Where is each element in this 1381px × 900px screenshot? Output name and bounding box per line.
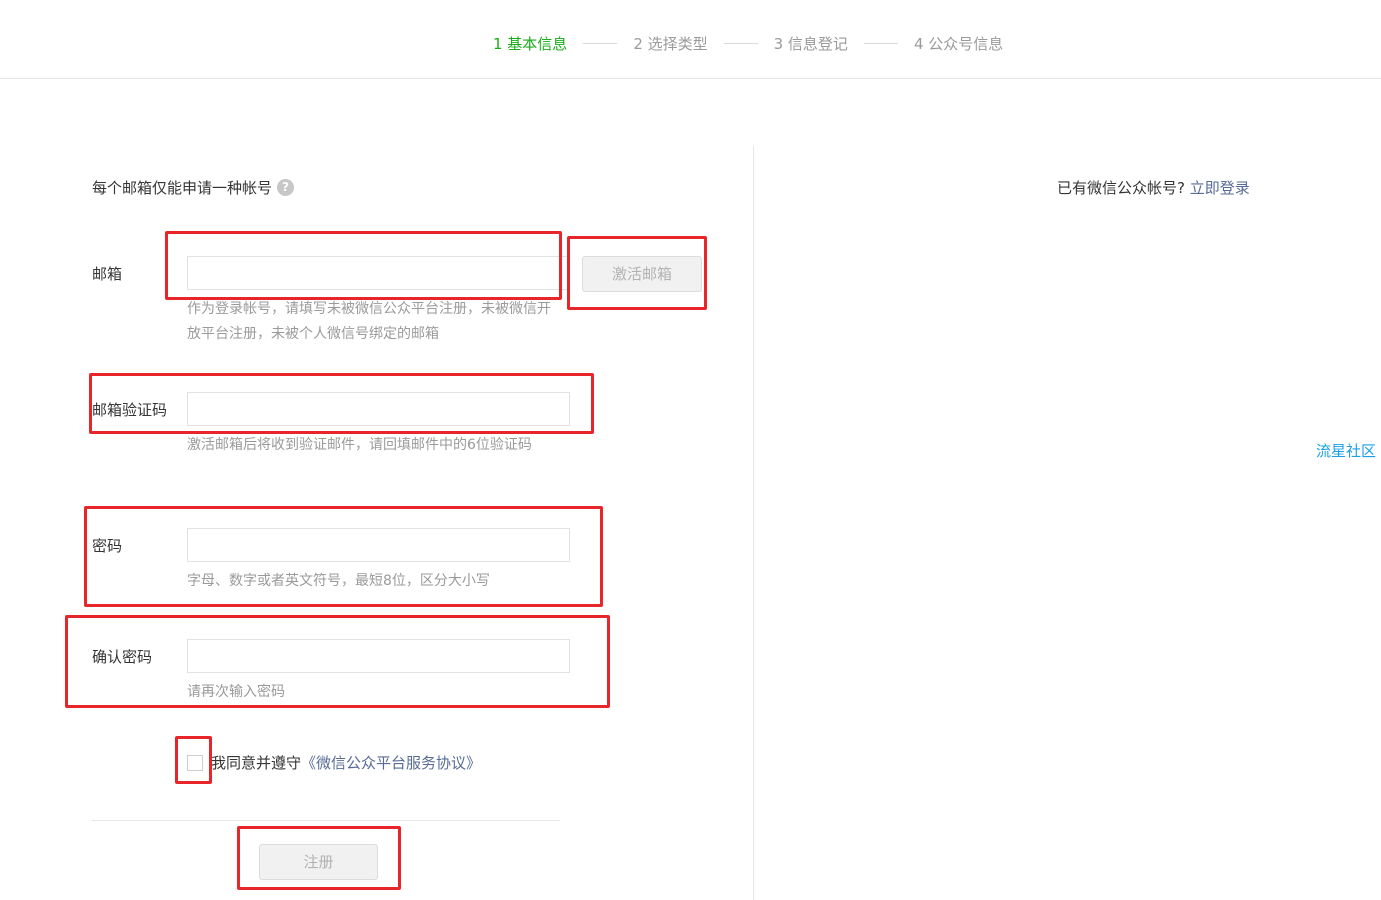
form-divider [92, 820, 560, 821]
step-connector [723, 42, 758, 44]
email-tip-text: 每个邮箱仅能申请一种帐号 [92, 179, 273, 197]
step-indicator: 1 基本信息 2 选择类型 3 信息登记 4 公众号信息 [493, 32, 1003, 54]
step-info-register: 3 信息登记 [773, 34, 848, 53]
step-select-type: 2 选择类型 [633, 34, 708, 53]
login-link[interactable]: 立即登录 [1190, 179, 1250, 197]
annotation-box-register [237, 826, 401, 890]
question-icon[interactable]: ? [277, 179, 295, 196]
annotation-box-activate [567, 236, 707, 310]
step-account-info: 4 公众号信息 [913, 34, 1004, 53]
step-connector [583, 42, 618, 44]
annotation-box-confirm-password [65, 615, 610, 708]
annotation-box-checkbox [175, 736, 212, 784]
community-link[interactable]: 流星社区 [1316, 440, 1376, 461]
annotation-box-verify-code [89, 373, 594, 434]
step-basic-info: 1 基本信息 [493, 34, 568, 53]
email-label: 邮箱 [92, 265, 123, 283]
step-connector [863, 42, 898, 44]
agreement-row: 我同意并遵守 《微信公众平台服务协议》 [187, 752, 481, 773]
column-divider [753, 146, 754, 900]
agreement-link[interactable]: 《微信公众平台服务协议》 [301, 752, 481, 773]
login-prompt-text: 已有微信公众帐号? [1057, 179, 1185, 197]
header: 1 基本信息 2 选择类型 3 信息登记 4 公众号信息 [0, 0, 1381, 79]
verify-code-hint: 激活邮箱后将收到验证邮件，请回填邮件中的6位验证码 [187, 437, 532, 453]
login-prompt: 已有微信公众帐号? 立即登录 [1057, 177, 1250, 198]
agreement-text: 我同意并遵守 [211, 754, 302, 772]
email-tip: 每个邮箱仅能申请一种帐号 ? [92, 177, 295, 198]
email-hint: 作为登录帐号，请填写未被微信公众平台注册，未被微信开放平台注册，未被个人微信号绑… [187, 301, 551, 342]
annotation-box-email [165, 231, 562, 300]
annotation-box-password [84, 506, 603, 607]
